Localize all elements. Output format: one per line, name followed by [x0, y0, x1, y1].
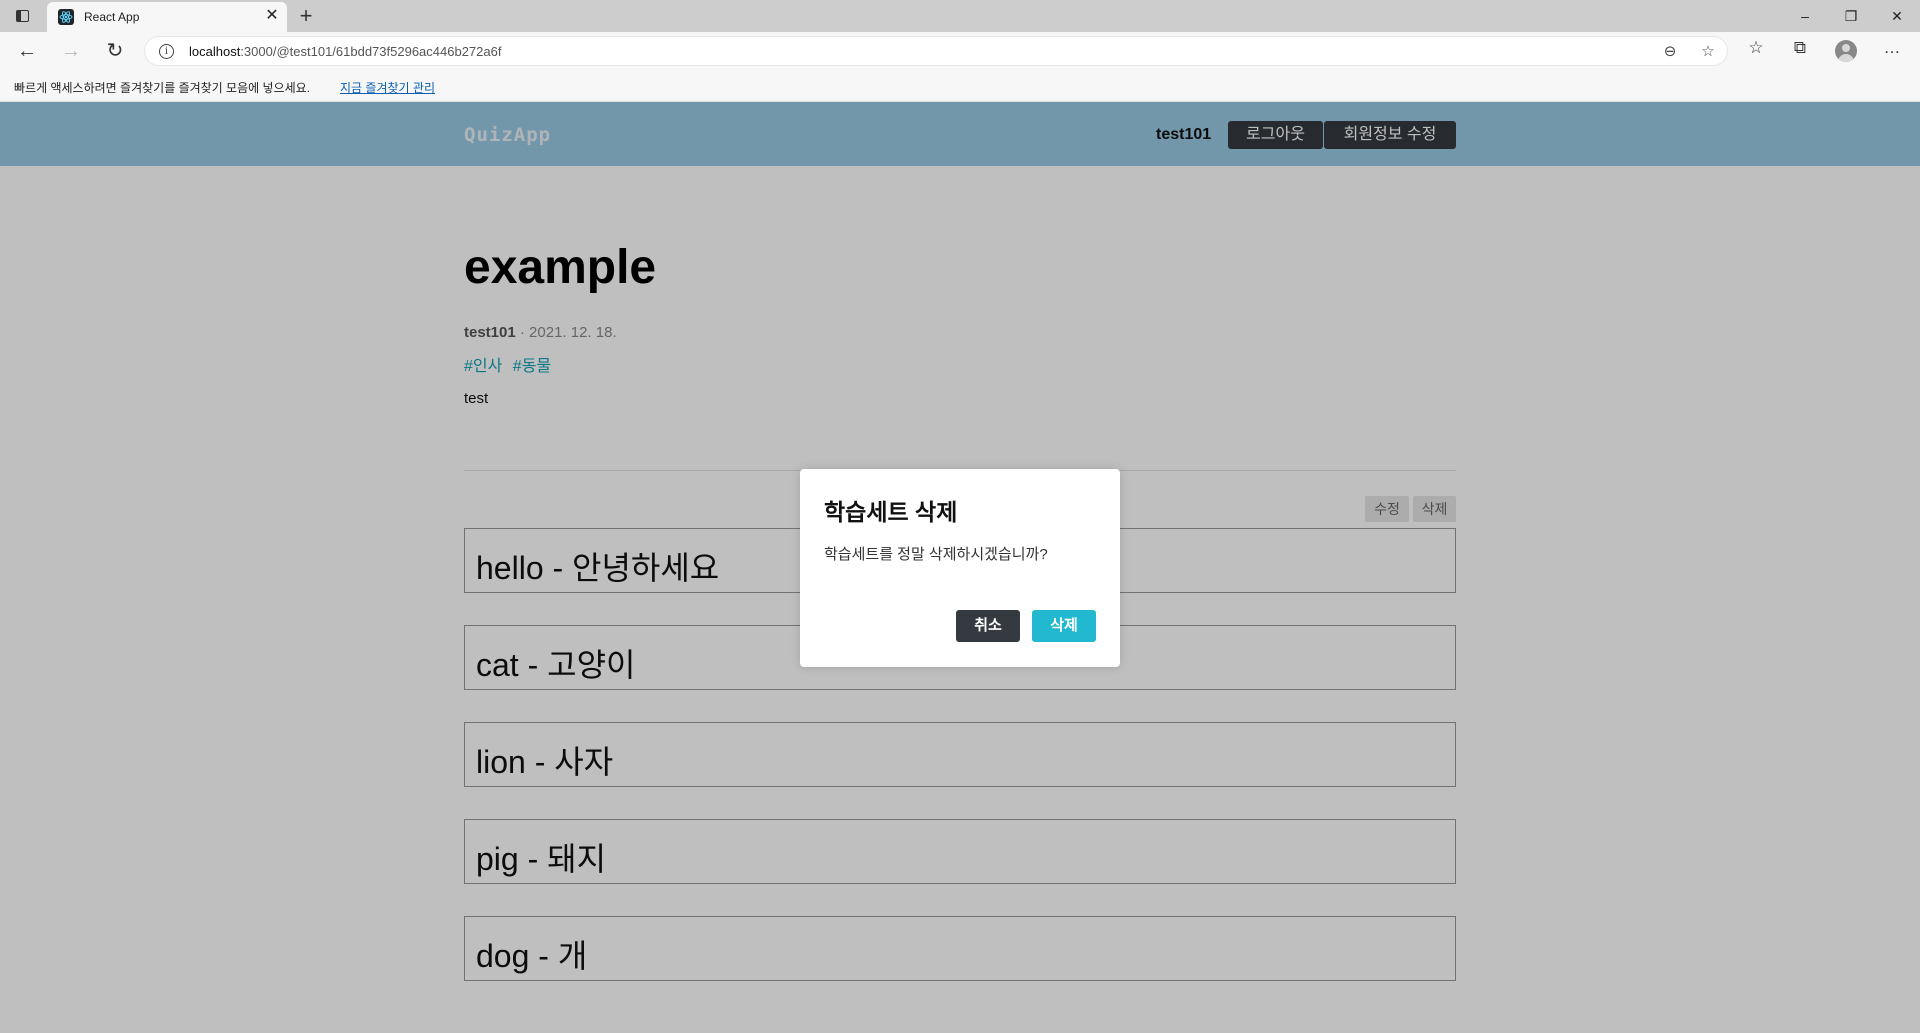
- collections-icon[interactable]: ⧉: [1789, 37, 1811, 59]
- favorites-list-icon[interactable]: ☆: [1745, 37, 1767, 59]
- browser-tab-strip: React App ✕ + – ❐ ✕: [0, 0, 1920, 32]
- favorites-bar-message: 빠르게 액세스하려면 즐겨찾기를 즐겨찾기 모음에 넣으세요.: [14, 81, 311, 95]
- star-add-icon[interactable]: ☆: [1699, 43, 1717, 61]
- tab-actions-icon[interactable]: [12, 7, 32, 25]
- confirm-delete-button[interactable]: 삭제: [1032, 610, 1096, 642]
- profile-avatar-icon[interactable]: [1835, 40, 1857, 62]
- zoom-out-icon[interactable]: ⊖: [1661, 43, 1679, 61]
- plus-icon[interactable]: +: [294, 2, 318, 30]
- url-text[interactable]: localhost:3000/@test101/61bdd73f5296ac44…: [189, 44, 501, 59]
- forward-arrow-icon[interactable]: →: [56, 37, 86, 65]
- browser-toolbar: ← → ↻ i localhost:3000/@test101/61bdd73f…: [0, 32, 1920, 70]
- browser-tab[interactable]: React App ✕: [47, 2, 287, 32]
- address-bar[interactable]: i localhost:3000/@test101/61bdd73f5296ac…: [144, 36, 1728, 66]
- manage-favorites-link[interactable]: 지금 즐겨찾기 관리: [340, 79, 435, 96]
- minimize-icon[interactable]: –: [1782, 0, 1828, 32]
- window-close-icon[interactable]: ✕: [1874, 0, 1920, 32]
- refresh-icon[interactable]: ↻: [100, 37, 130, 65]
- tab-title: React App: [84, 10, 140, 24]
- dialog-message: 학습세트를 정말 삭제하시겠습니까?: [824, 546, 1048, 563]
- info-icon[interactable]: i: [159, 44, 174, 59]
- restore-icon[interactable]: ❐: [1828, 0, 1874, 32]
- delete-confirm-dialog: 학습세트 삭제 학습세트를 정말 삭제하시겠습니까? 취소 삭제: [800, 469, 1120, 667]
- dialog-title: 학습세트 삭제: [824, 499, 958, 525]
- cancel-button[interactable]: 취소: [956, 610, 1020, 642]
- react-favicon-icon: [58, 9, 74, 25]
- close-icon[interactable]: ✕: [263, 7, 281, 25]
- back-arrow-icon[interactable]: ←: [12, 37, 42, 65]
- favorites-bar: 빠르게 액세스하려면 즐겨찾기를 즐겨찾기 모음에 넣으세요. 지금 즐겨찾기 …: [0, 70, 1920, 102]
- more-dots-icon[interactable]: …: [1881, 37, 1903, 59]
